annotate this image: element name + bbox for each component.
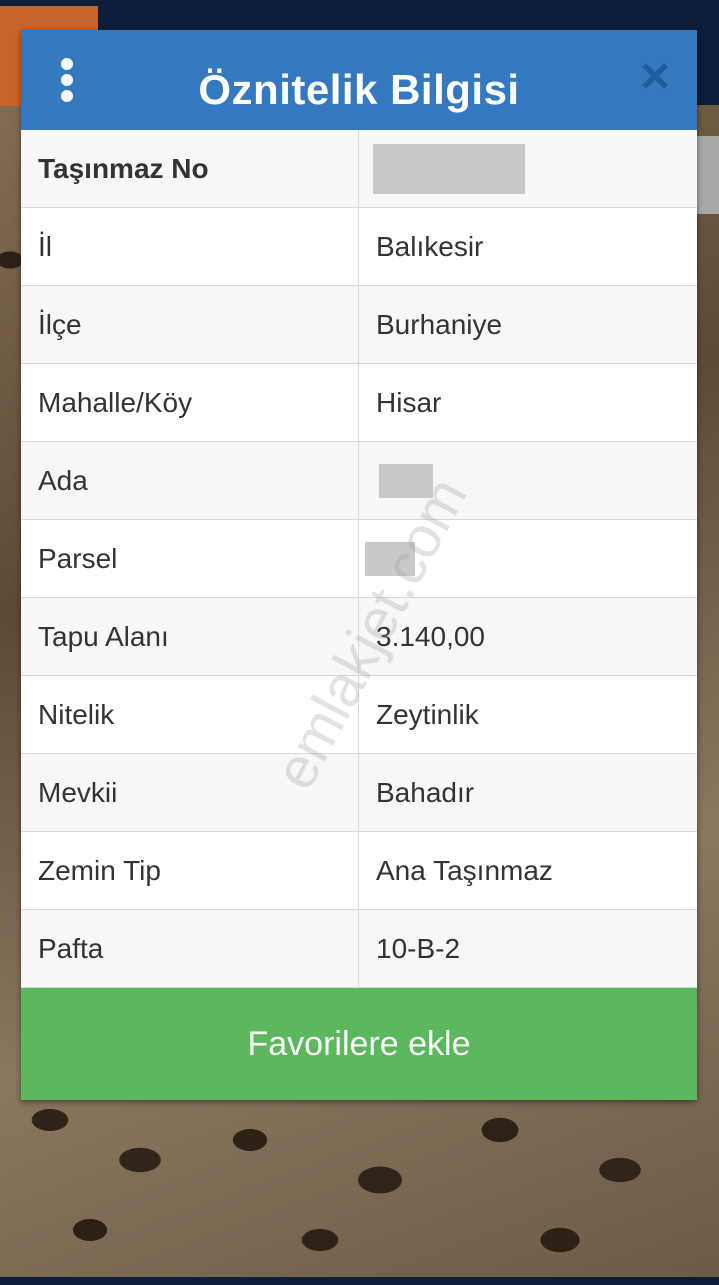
row-value [358, 441, 697, 520]
row-value: Ana Taşınmaz [358, 831, 697, 910]
row-key: İl [21, 207, 359, 286]
table-row-tasinmaz-no: Taşınmaz No [21, 130, 697, 208]
side-panel-handle[interactable] [697, 136, 719, 214]
redacted-value [365, 541, 415, 576]
add-to-favorites-button[interactable]: Favorilere ekle [21, 988, 697, 1100]
row-key: Ada [21, 441, 359, 520]
table-row-pafta: Pafta 10-B-2 [21, 909, 697, 988]
table-row-ada: Ada [21, 441, 697, 520]
row-value [358, 519, 697, 598]
row-value: 10-B-2 [358, 909, 697, 988]
table-row-zemin-tip: Zemin Tip Ana Taşınmaz [21, 831, 697, 910]
dialog-title: Öznitelik Bilgisi [198, 66, 520, 113]
redacted-value [373, 143, 525, 194]
table-row-tapu-alani: Tapu Alanı 3.140,00 [21, 597, 697, 676]
row-value [358, 130, 697, 208]
table-row-parsel: Parsel [21, 519, 697, 598]
table-row-mahalle-koy: Mahalle/Köy Hisar [21, 363, 697, 442]
dialog-header: Öznitelik Bilgisi [21, 30, 697, 130]
row-key: Taşınmaz No [21, 130, 359, 208]
table-row-ilce: İlçe Burhaniye [21, 285, 697, 364]
row-key: Tapu Alanı [21, 597, 359, 676]
row-key: Mevkii [21, 753, 359, 832]
table-row-mevkii: Mevkii Bahadır [21, 753, 697, 832]
row-value: Burhaniye [358, 285, 697, 364]
row-key: Zemin Tip [21, 831, 359, 910]
row-value: Zeytinlik [358, 675, 697, 754]
close-icon[interactable] [637, 58, 673, 94]
bottom-bar [0, 1277, 719, 1285]
row-key: Parsel [21, 519, 359, 598]
row-value: 3.140,00 [358, 597, 697, 676]
row-value: Balıkesir [358, 207, 697, 286]
redacted-value [379, 463, 433, 498]
attribute-dialog: Öznitelik Bilgisi Taşınmaz No İl Balıkes… [21, 30, 697, 1100]
table-row-il: İl Balıkesir [21, 207, 697, 286]
row-key: Pafta [21, 909, 359, 988]
row-key: Nitelik [21, 675, 359, 754]
attribute-table: Taşınmaz No İl Balıkesir İlçe Burhaniye … [21, 130, 697, 988]
row-key: Mahalle/Köy [21, 363, 359, 442]
row-value: Hisar [358, 363, 697, 442]
table-row-nitelik: Nitelik Zeytinlik [21, 675, 697, 754]
row-key: İlçe [21, 285, 359, 364]
row-value: Bahadır [358, 753, 697, 832]
